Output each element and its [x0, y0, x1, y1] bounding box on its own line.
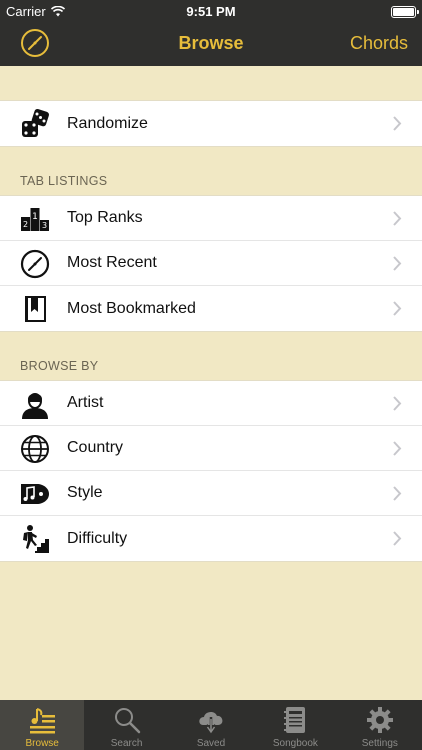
list-item-country[interactable]: Country: [0, 426, 422, 471]
svg-text:3: 3: [42, 221, 47, 230]
browse-content: Randomize TAB LISTINGS 2 1 3 Top Ranks M…: [0, 66, 422, 700]
artist-label: Artist: [67, 394, 104, 411]
most-recent-label: Most Recent: [67, 254, 157, 271]
randomize-row[interactable]: Randomize: [0, 101, 422, 146]
list-item-style[interactable]: Style: [0, 471, 422, 516]
list-item-difficulty[interactable]: Difficulty: [0, 516, 422, 561]
tab-listings-section: 2 1 3 Top Ranks Most Recent Most Bookmar…: [0, 195, 422, 332]
battery-icon: [391, 6, 419, 18]
list-item-most-bookmarked[interactable]: Most Bookmarked: [0, 286, 422, 331]
tab-bar: Browse Search Saved Songbook Settings: [0, 700, 422, 750]
tab-saved-label: Saved: [196, 738, 226, 749]
bookmark-book-icon: [25, 296, 46, 322]
chevron-right-icon: [393, 486, 402, 501]
tab-browse-label: Browse: [25, 738, 59, 749]
tab-settings[interactable]: Settings: [338, 700, 422, 750]
chevron-right-icon: [393, 116, 402, 131]
svg-text:1: 1: [32, 212, 38, 222]
randomize-label: Randomize: [67, 114, 148, 132]
tab-settings-label: Settings: [361, 738, 398, 749]
most-bookmarked-label: Most Bookmarked: [67, 299, 196, 317]
top-ranks-label: Top Ranks: [67, 209, 143, 226]
status-time: 9:51 PM: [186, 4, 236, 19]
chevron-right-icon: [393, 396, 402, 411]
cloud-download-icon: [199, 711, 223, 734]
tab-listings-header: TAB LISTINGS: [0, 147, 422, 195]
top-spacer: [0, 66, 422, 100]
style-label: Style: [67, 484, 103, 501]
songbook-icon: [284, 707, 306, 733]
dice-icon: [22, 108, 49, 137]
difficulty-label: Difficulty: [67, 529, 128, 547]
tab-search[interactable]: Search: [84, 700, 168, 750]
climber-icon: [23, 525, 49, 553]
list-item-most-recent[interactable]: Most Recent: [0, 241, 422, 286]
tab-browse[interactable]: Browse: [0, 700, 85, 750]
country-label: Country: [67, 439, 124, 456]
tab-listings-header-label: TAB LISTINGS: [20, 174, 108, 188]
tab-songbook[interactable]: Songbook: [253, 700, 337, 750]
status-bar: Carrier 9:51 PM: [0, 0, 422, 24]
tab-search-label: Search: [110, 738, 143, 749]
browse-by-header-label: BROWSE BY: [20, 359, 99, 373]
music-note-icon: [21, 484, 49, 504]
browse-by-section: Artist Country Style Difficulty: [0, 380, 422, 562]
chevron-right-icon: [393, 301, 402, 316]
chords-button[interactable]: Chords: [350, 33, 408, 54]
chevron-right-icon: [393, 211, 402, 226]
chevron-right-icon: [393, 441, 402, 456]
podium-icon: 2 1 3: [21, 208, 49, 231]
navigation-bar: Browse Chords: [0, 24, 422, 66]
chevron-right-icon: [393, 256, 402, 271]
chevron-right-icon: [393, 531, 402, 546]
browse-by-header: BROWSE BY: [0, 332, 422, 380]
randomize-section: Randomize: [0, 100, 422, 147]
person-icon: [22, 393, 48, 419]
search-icon: [114, 708, 140, 734]
list-item-top-ranks[interactable]: 2 1 3 Top Ranks: [0, 196, 422, 241]
browse-icon: [30, 708, 56, 734]
tab-saved[interactable]: Saved: [169, 700, 253, 750]
list-item-artist[interactable]: Artist: [0, 381, 422, 426]
clock-icon: [20, 249, 50, 279]
gear-icon: [366, 707, 393, 733]
tab-songbook-label: Songbook: [272, 738, 318, 749]
globe-icon: [21, 435, 49, 463]
svg-text:2: 2: [23, 220, 28, 229]
